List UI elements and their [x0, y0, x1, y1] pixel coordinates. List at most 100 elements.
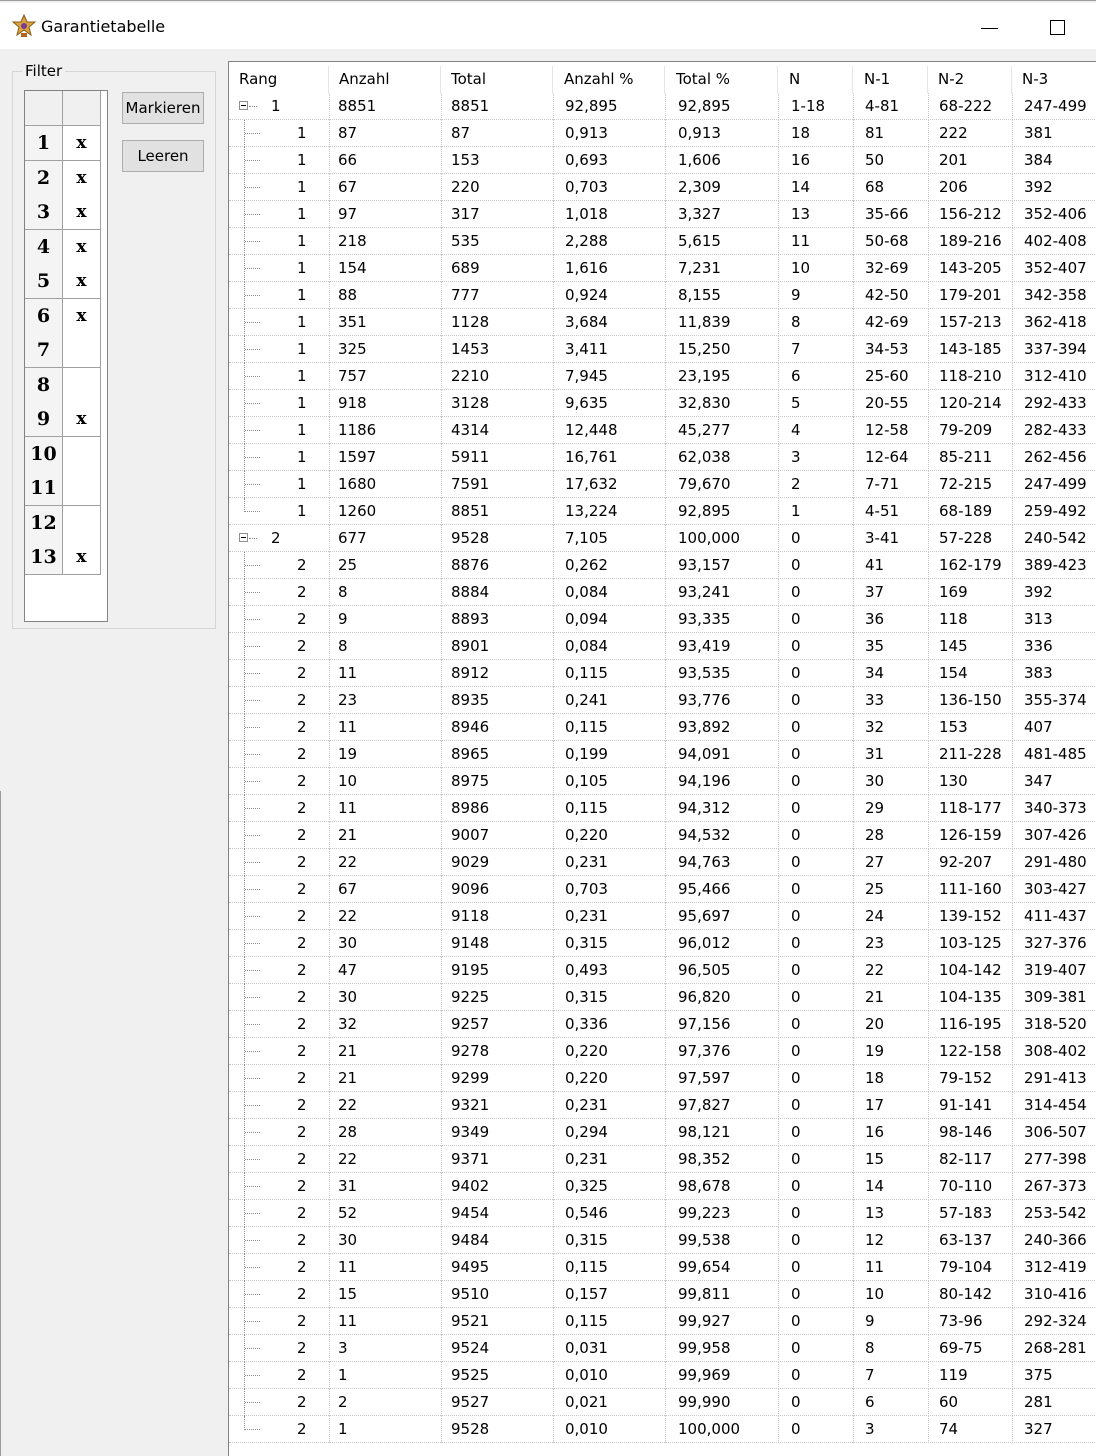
table-row[interactable]: 1 66 153 0,693 1,606 16 50 201 384 — [229, 147, 1096, 174]
filter-row-number[interactable]: 2 — [25, 161, 63, 196]
table-row[interactable]: 1 218 535 2,288 5,615 11 50-68 189-216 402-408 — [229, 228, 1096, 255]
column-header[interactable]: Anzahl — [329, 66, 441, 93]
column-header[interactable]: N-1 — [853, 66, 928, 93]
markieren-button[interactable]: Markieren — [122, 92, 204, 124]
table-row[interactable]: 1 757 2210 7,945 23,195 6 25-60 118-210 312-410 — [229, 363, 1096, 390]
table-row[interactable]: 2 21 9278 0,220 97,376 0 19 122-158 308-402 — [229, 1038, 1096, 1065]
table-row[interactable]: 2 67 9096 0,703 95,466 0 25 111-160 303-427 — [229, 876, 1096, 903]
filter-row-mark[interactable]: x — [63, 540, 101, 575]
table-row[interactable]: 2 19 8965 0,199 94,091 0 31 211-228 481-485 — [229, 741, 1096, 768]
cell-anzahl-pct: 0,913 — [565, 124, 608, 142]
table-row[interactable]: 2 1 9525 0,010 99,969 0 7 119 375 — [229, 1362, 1096, 1389]
table-row[interactable]: 2 23 8935 0,241 93,776 0 33 136-150 355-374 — [229, 687, 1096, 714]
table-row[interactable]: 1 87 87 0,913 0,913 18 81 222 381 — [229, 120, 1096, 147]
cell-total-pct: 97,827 — [678, 1096, 731, 1114]
table-row[interactable]: 1 154 689 1,616 7,231 10 32-69 143-205 352-407 — [229, 255, 1096, 282]
table-row[interactable]: 2 11 8912 0,115 93,535 0 34 154 383 — [229, 660, 1096, 687]
maximize-button[interactable] — [1034, 7, 1084, 47]
table-row[interactable]: 2 25 8876 0,262 93,157 0 41 162-179 389-423 — [229, 552, 1096, 579]
filter-row-mark[interactable] — [63, 506, 101, 541]
table-row[interactable]: 2 3 9524 0,031 99,958 0 8 69-75 268-281 — [229, 1335, 1096, 1362]
filter-row-mark[interactable]: x — [63, 299, 101, 334]
title-bar[interactable]: Garantietabelle — [0, 3, 1096, 49]
table-row[interactable]: 2 9 8893 0,094 93,335 0 36 118 313 — [229, 606, 1096, 633]
filter-row-mark[interactable] — [63, 368, 101, 403]
table-row[interactable]: 1 325 1453 3,411 15,250 7 34-53 143-185 337-394 — [229, 336, 1096, 363]
filter-grid[interactable]: 1 x 2 x 3 x 4 x 5 x 6 x 7 8 9 x 10 11 12 13 x — [24, 90, 108, 622]
table-row[interactable]: 2 1 9528 0,010 100,000 0 3 74 327 — [229, 1416, 1096, 1443]
filter-row-mark[interactable]: x — [63, 126, 101, 161]
filter-row-mark[interactable] — [63, 471, 101, 506]
filter-row-number[interactable]: 9 — [25, 402, 63, 437]
table-row[interactable]: 2 47 9195 0,493 96,505 0 22 104-142 319-407 — [229, 957, 1096, 984]
table-row[interactable]: 2 21 9299 0,220 97,597 0 18 79-152 291-413 — [229, 1065, 1096, 1092]
table-row[interactable]: 2 11 9521 0,115 99,927 0 9 73-96 292-324 — [229, 1308, 1096, 1335]
filter-row-mark[interactable]: x — [63, 264, 101, 299]
leeren-button[interactable]: Leeren — [122, 140, 204, 172]
filter-row-number[interactable]: 5 — [25, 264, 63, 299]
filter-row-number[interactable]: 8 — [25, 368, 63, 403]
table-row[interactable]: 1 67 220 0,703 2,309 14 68 206 392 — [229, 174, 1096, 201]
table-row[interactable]: 2 11 8946 0,115 93,892 0 32 153 407 — [229, 714, 1096, 741]
filter-row-number[interactable]: 7 — [25, 333, 63, 368]
table-row[interactable]: 2 52 9454 0,546 99,223 0 13 57-183 253-542 — [229, 1200, 1096, 1227]
filter-row-mark[interactable] — [63, 437, 101, 472]
filter-row-number[interactable]: 13 — [25, 540, 63, 575]
table-row[interactable]: 1 1597 5911 16,761 62,038 3 12-64 85-211 262-456 — [229, 444, 1096, 471]
table-row[interactable]: 2 2 9527 0,021 99,990 0 6 60 281 — [229, 1389, 1096, 1416]
table-row[interactable]: 1 97 317 1,018 3,327 13 35-66 156-212 352-406 — [229, 201, 1096, 228]
table-row[interactable]: 2 11 9495 0,115 99,654 0 11 79-104 312-419 — [229, 1254, 1096, 1281]
table-row[interactable]: 2 32 9257 0,336 97,156 0 20 116-195 318-520 — [229, 1011, 1096, 1038]
table-row[interactable]: 2 30 9225 0,315 96,820 0 21 104-135 309-381 — [229, 984, 1096, 1011]
filter-row-number[interactable]: 12 — [25, 506, 63, 541]
column-header[interactable]: N — [778, 66, 853, 93]
minimize-button[interactable] — [966, 7, 1016, 47]
table-row[interactable]: 2 15 9510 0,157 99,811 0 10 80-142 310-416 — [229, 1281, 1096, 1308]
table-row[interactable]: 2 31 9402 0,325 98,678 0 14 70-110 267-373 — [229, 1173, 1096, 1200]
cell-anzahl-pct: 0,220 — [565, 1042, 608, 1060]
column-header[interactable]: Anzahl % — [553, 66, 665, 93]
table-row[interactable]: 1 1680 7591 17,632 79,670 2 7-71 72-215 247-499 — [229, 471, 1096, 498]
table-row[interactable]: 2 8 8901 0,084 93,419 0 35 145 336 — [229, 633, 1096, 660]
cell-n1: 7-71 — [865, 475, 900, 493]
table-row[interactable]: 2 10 8975 0,105 94,196 0 30 130 347 — [229, 768, 1096, 795]
table-row[interactable]: 2 11 8986 0,115 94,312 0 29 118-177 340-373 — [229, 795, 1096, 822]
collapse-icon[interactable] — [239, 101, 248, 110]
guarantee-tree-table[interactable]: Rang Anzahl Total Anzahl % Total % N N-1 N-2 N-3… — [228, 61, 1096, 1456]
filter-row-mark[interactable]: x — [63, 402, 101, 437]
table-row[interactable]: 1 918 3128 9,635 32,830 5 20-55 120-214 292-433 — [229, 390, 1096, 417]
cell-n1: 12 — [865, 1231, 885, 1249]
column-header[interactable]: Total % — [665, 66, 778, 93]
filter-row-number[interactable]: 10 — [25, 437, 63, 472]
table-row[interactable]: 2 30 9148 0,315 96,012 0 23 103-125 327-376 — [229, 930, 1096, 957]
filter-row-number[interactable]: 11 — [25, 471, 63, 506]
table-row[interactable]: 2 22 9321 0,231 97,827 0 17 91-141 314-454 — [229, 1092, 1096, 1119]
column-header[interactable]: Rang — [229, 66, 329, 93]
column-header[interactable]: N-2 — [928, 66, 1012, 93]
table-row[interactable]: 2 22 9029 0,231 94,763 0 27 92-207 291-480 — [229, 849, 1096, 876]
filter-row-number[interactable]: 6 — [25, 299, 63, 334]
filter-row-mark[interactable]: x — [63, 195, 101, 230]
table-row[interactable]: 1 88 777 0,924 8,155 9 42-50 179-201 342-358 — [229, 282, 1096, 309]
filter-row-mark[interactable] — [63, 333, 101, 368]
collapse-icon[interactable] — [239, 533, 248, 542]
filter-row-number[interactable]: 1 — [25, 126, 63, 161]
tree-parent-row[interactable]: 1 8851 8851 92,895 92,895 1-18 4-81 68-222 247-4… — [229, 93, 1096, 120]
tree-parent-row[interactable]: 2 677 9528 7,105 100,000 0 3-41 57-228 240-542 — [229, 525, 1096, 552]
filter-row-mark[interactable]: x — [63, 161, 101, 196]
table-row[interactable]: 1 351 1128 3,684 11,839 8 42-69 157-213 362-418 — [229, 309, 1096, 336]
filter-row-number[interactable]: 3 — [25, 195, 63, 230]
column-header[interactable]: N-3 — [1012, 66, 1096, 93]
filter-row-number[interactable]: 4 — [25, 230, 63, 265]
table-row[interactable]: 2 21 9007 0,220 94,532 0 28 126-159 307-426 — [229, 822, 1096, 849]
column-header[interactable]: Total — [441, 66, 553, 93]
table-row[interactable]: 2 22 9371 0,231 98,352 0 15 82-117 277-398 — [229, 1146, 1096, 1173]
table-row[interactable]: 1 1186 4314 12,448 45,277 4 12-58 79-209 282-433 — [229, 417, 1096, 444]
table-row[interactable]: 2 22 9118 0,231 95,697 0 24 139-152 411-437 — [229, 903, 1096, 930]
table-row[interactable]: 2 30 9484 0,315 99,538 0 12 63-137 240-366 — [229, 1227, 1096, 1254]
table-row[interactable]: 2 28 9349 0,294 98,121 0 16 98-146 306-507 — [229, 1119, 1096, 1146]
table-row[interactable]: 2 8 8884 0,084 93,241 0 37 169 392 — [229, 579, 1096, 606]
column-separator — [329, 1173, 330, 1200]
filter-row-mark[interactable]: x — [63, 230, 101, 265]
table-row[interactable]: 1 1260 8851 13,224 92,895 1 4-51 68-189 259-492 — [229, 498, 1096, 525]
